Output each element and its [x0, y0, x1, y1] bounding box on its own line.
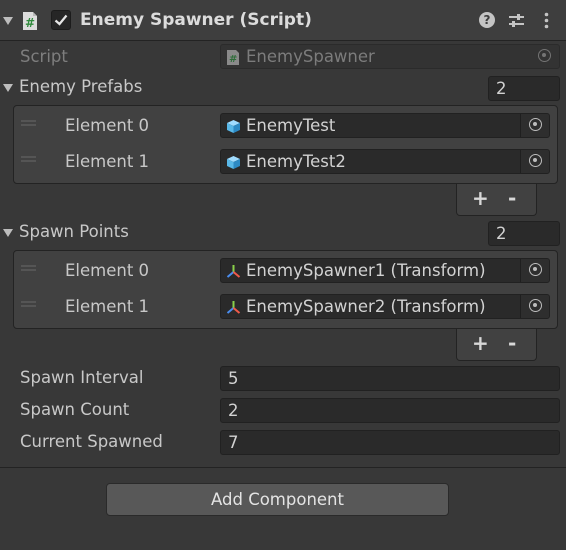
- element-label: Element 1: [65, 297, 150, 316]
- script-icon: #: [21, 11, 39, 31]
- spawn-point-field-1[interactable]: EnemySpawner2 (Transform): [220, 294, 550, 319]
- spawn-points-list-footer: + -: [456, 329, 537, 361]
- prefab-cube-icon: [226, 155, 241, 170]
- script-field: # EnemySpawner: [220, 44, 560, 69]
- spawn-point-field-0[interactable]: EnemySpawner1 (Transform): [220, 258, 550, 283]
- help-icon[interactable]: ?: [479, 12, 495, 28]
- spawn-count-field[interactable]: 2: [220, 398, 560, 423]
- enemy-prefabs-label: Enemy Prefabs: [19, 77, 143, 96]
- element-label: Element 0: [65, 261, 150, 280]
- spawn-interval-label: Spawn Interval: [20, 368, 144, 387]
- current-spawned-field[interactable]: 7: [220, 430, 560, 455]
- script-file-icon: #: [226, 50, 241, 65]
- enemy-prefabs-size-field[interactable]: 2: [488, 76, 560, 101]
- spawn-points-label: Spawn Points: [19, 222, 129, 241]
- transform-icon: [226, 300, 241, 315]
- spawn-count-label: Spawn Count: [20, 400, 130, 419]
- svg-text:#: #: [25, 16, 35, 30]
- element-label: Element 1: [65, 152, 150, 171]
- current-spawned-label: Current Spawned: [20, 432, 163, 451]
- svg-text:#: #: [229, 54, 237, 65]
- drag-handle-icon[interactable]: [21, 156, 36, 162]
- collapse-arrow-icon[interactable]: [3, 17, 13, 25]
- divider: [0, 467, 566, 468]
- component-title: Enemy Spawner (Script): [80, 10, 312, 30]
- spawn-interval-field[interactable]: 5: [220, 366, 560, 391]
- script-label: Script: [20, 47, 68, 66]
- object-picker-icon[interactable]: [520, 259, 549, 282]
- foldout-arrow-icon[interactable]: [3, 84, 13, 92]
- add-element-button[interactable]: +: [472, 331, 489, 355]
- element-label: Element 0: [65, 116, 150, 135]
- kebab-menu-icon[interactable]: [544, 12, 549, 29]
- object-picker-icon: [530, 45, 559, 68]
- drag-handle-icon[interactable]: [21, 120, 36, 126]
- presets-icon[interactable]: [508, 12, 525, 29]
- drag-handle-icon[interactable]: [21, 265, 36, 271]
- add-element-button[interactable]: +: [472, 186, 489, 210]
- enemy-prefab-field-0[interactable]: EnemyTest: [220, 113, 550, 138]
- enemy-prefab-field-1[interactable]: EnemyTest2: [220, 149, 550, 174]
- object-picker-icon[interactable]: [520, 295, 549, 318]
- spawn-points-size-field[interactable]: 2: [488, 221, 560, 246]
- enemy-prefabs-list-footer: + -: [456, 184, 537, 216]
- object-picker-icon[interactable]: [520, 114, 549, 137]
- foldout-arrow-icon[interactable]: [3, 229, 13, 237]
- remove-element-button[interactable]: -: [508, 186, 516, 210]
- transform-icon: [226, 264, 241, 279]
- remove-element-button[interactable]: -: [508, 331, 516, 355]
- drag-handle-icon[interactable]: [21, 301, 36, 307]
- prefab-cube-icon: [226, 119, 241, 134]
- enabled-checkbox[interactable]: [51, 10, 71, 30]
- add-component-button[interactable]: Add Component: [106, 483, 449, 516]
- object-picker-icon[interactable]: [520, 150, 549, 173]
